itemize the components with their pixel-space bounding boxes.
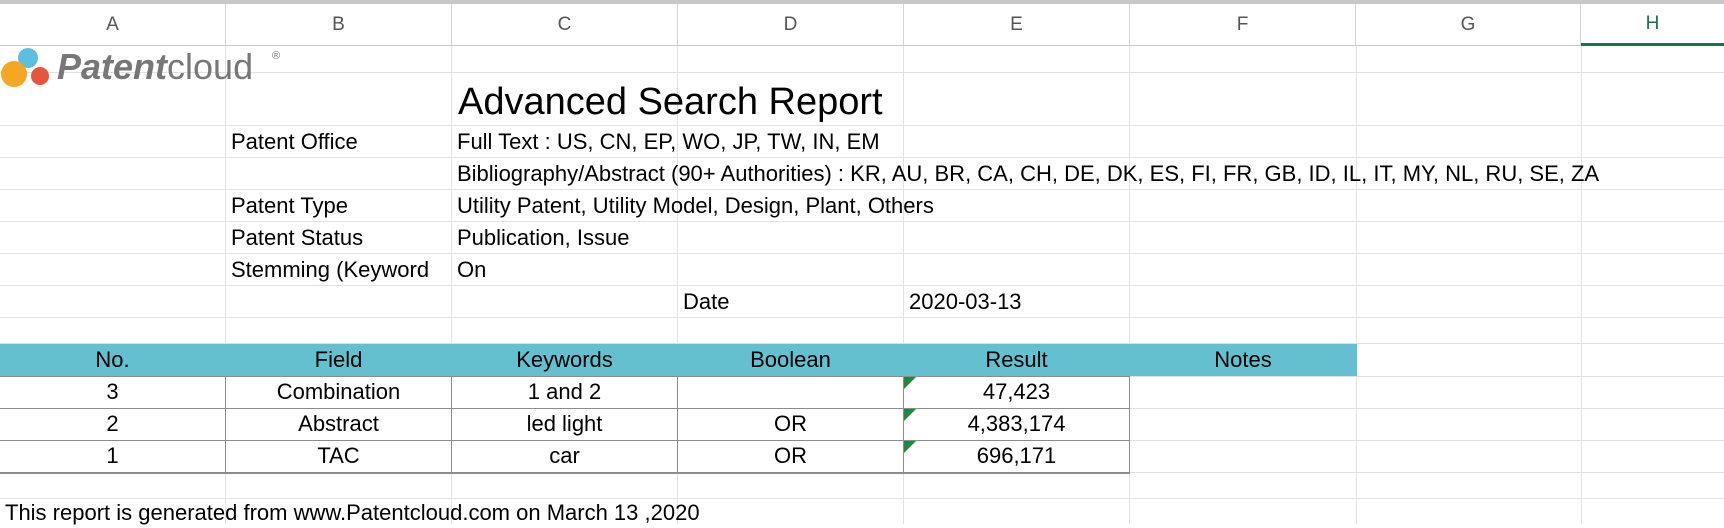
cell-no[interactable]: 3 bbox=[0, 377, 225, 407]
cell-field[interactable]: Abstract bbox=[226, 409, 451, 439]
column-header-d[interactable]: D bbox=[678, 4, 904, 46]
cell-boolean[interactable]: OR bbox=[678, 441, 903, 471]
cell-keywords[interactable]: 1 and 2 bbox=[452, 377, 677, 407]
table-header-no: No. bbox=[95, 347, 130, 372]
comment-marker-icon[interactable] bbox=[904, 377, 916, 389]
patent-office-full-text: Full Text : US, CN, EP, WO, JP, TW, IN, … bbox=[457, 129, 880, 154]
column-header-e[interactable]: E bbox=[904, 4, 1130, 46]
column-header-h[interactable]: H bbox=[1581, 4, 1724, 46]
table-header-field: Field bbox=[314, 347, 363, 372]
comment-marker-icon[interactable] bbox=[904, 441, 916, 453]
table-header-boolean: Boolean bbox=[750, 347, 831, 372]
cell-no[interactable]: 1 bbox=[0, 441, 225, 471]
cell-boolean[interactable]: OR bbox=[678, 409, 903, 439]
cell-result[interactable]: 696,171 bbox=[904, 441, 1129, 471]
cell-result[interactable]: 4,383,174 bbox=[904, 409, 1129, 439]
patentcloud-logo-text: Patentcloud bbox=[57, 46, 254, 87]
patent-status-value: Publication, Issue bbox=[457, 225, 630, 250]
patent-office-bibliography: Bibliography/Abstract (90+ Authorities) … bbox=[457, 161, 1600, 186]
patent-type-value: Utility Patent, Utility Model, Design, P… bbox=[457, 193, 934, 218]
cell-keywords[interactable]: car bbox=[452, 441, 677, 471]
registered-mark: ® bbox=[272, 50, 281, 62]
table-header-notes: Notes bbox=[1214, 347, 1272, 372]
date-value: 2020-03-13 bbox=[909, 289, 1022, 314]
column-header-b[interactable]: B bbox=[226, 4, 452, 46]
report-title: Advanced Search Report bbox=[458, 81, 883, 123]
cell-keywords[interactable]: led light bbox=[452, 409, 677, 439]
column-header-c[interactable]: C bbox=[452, 4, 678, 46]
date-label: Date bbox=[683, 289, 730, 314]
patent-status-label: Patent Status bbox=[231, 225, 364, 250]
column-header-g[interactable]: G bbox=[1356, 4, 1581, 46]
table-header-keywords: Keywords bbox=[516, 347, 613, 372]
stemming-label: Stemming (Keyword bbox=[231, 257, 430, 282]
column-header-f[interactable]: F bbox=[1130, 4, 1356, 46]
cell-result[interactable]: 47,423 bbox=[904, 377, 1129, 407]
comment-marker-icon[interactable] bbox=[904, 409, 916, 421]
table-header-result: Result bbox=[985, 347, 1048, 372]
cell-no[interactable]: 2 bbox=[0, 409, 225, 439]
patent-office-label: Patent Office bbox=[231, 129, 358, 154]
column-header-a[interactable]: A bbox=[0, 4, 226, 46]
cell-field[interactable]: Combination bbox=[226, 377, 451, 407]
patent-type-label: Patent Type bbox=[231, 193, 349, 218]
stemming-value: On bbox=[457, 257, 487, 282]
cell-field[interactable]: TAC bbox=[226, 441, 451, 471]
